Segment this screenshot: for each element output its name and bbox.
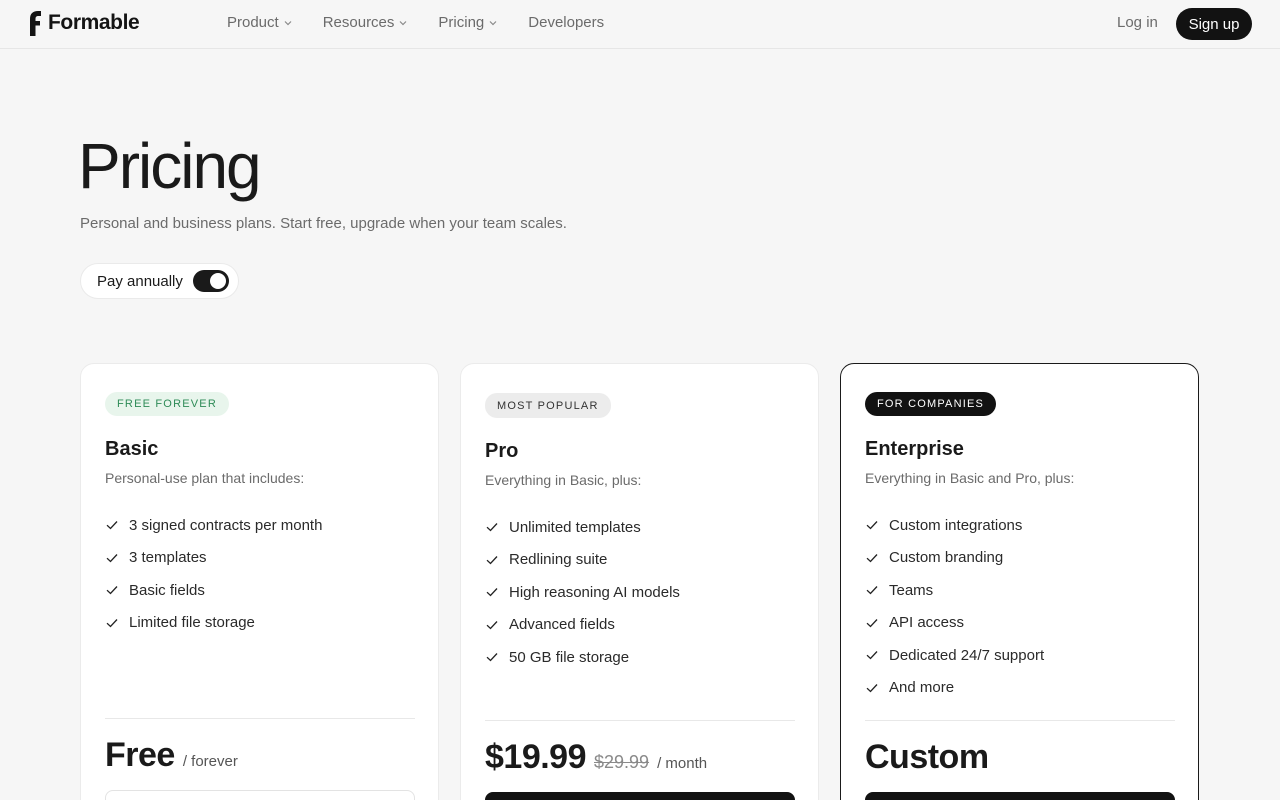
plan-name: Basic (105, 438, 159, 460)
feature-item: Custom branding (865, 542, 1044, 575)
billing-toggle[interactable]: Pay annually (80, 263, 239, 299)
feature-item: API access (865, 607, 1044, 640)
feature-list: Unlimited templates Redlining suite High… (485, 511, 680, 674)
chevron-down-icon (489, 20, 497, 25)
nav-item-label: Developers (528, 14, 605, 31)
check-icon (486, 620, 498, 630)
feature-label: API access (889, 614, 965, 632)
feature-item: Advanced fields (485, 609, 680, 642)
toggle-knob (209, 273, 226, 289)
price-amount: $19.99 (485, 738, 587, 776)
billing-toggle-label: Pay annually (97, 272, 183, 290)
feature-label: 3 templates (129, 549, 207, 567)
feature-label: Advanced fields (509, 616, 615, 634)
feature-item: High reasoning AI models (485, 576, 680, 609)
nav-item-label: Pricing (438, 14, 485, 31)
nav-item-developers[interactable]: Developers (528, 14, 604, 31)
formable-logo-icon (30, 11, 41, 36)
plan-badge: MOST POPULAR (485, 393, 611, 418)
feature-label: Limited file storage (129, 614, 255, 632)
nav-item-pricing[interactable]: Pricing (438, 14, 498, 31)
plan-badge: FREE FOREVER (105, 392, 229, 416)
price-row: Free / forever (105, 736, 238, 775)
check-icon (486, 588, 498, 597)
price-row: $19.99 $29.99 / month (485, 738, 707, 777)
feature-label: Basic fields (129, 581, 205, 599)
check-icon (486, 523, 498, 532)
brand-name: Formable (48, 11, 140, 34)
price-unit: / month (657, 755, 708, 772)
toggle-switch[interactable] (192, 270, 229, 292)
check-icon (486, 555, 498, 565)
price-original: $29.99 (594, 752, 650, 772)
price-row: Custom (865, 738, 989, 777)
feature-item: Dedicated 24/7 support (865, 639, 1044, 672)
nav-item-resources[interactable]: Resources (323, 14, 409, 31)
feature-label: Teams (889, 581, 934, 599)
plan-name: Enterprise (865, 438, 964, 460)
check-icon (106, 586, 118, 595)
feature-item: Basic fields (105, 574, 322, 607)
plan-name: Pro (485, 440, 519, 462)
check-icon (106, 553, 118, 563)
feature-item: 3 signed contracts per month (105, 509, 322, 542)
price-amount: Custom (865, 738, 989, 776)
feature-label: 3 signed contracts per month (129, 516, 323, 534)
feature-item: And more (865, 672, 1044, 705)
feature-item: Teams (865, 574, 1044, 607)
feature-label: Custom branding (889, 549, 1004, 567)
login-link[interactable]: Log in (1117, 14, 1158, 31)
price-amount: Free (105, 736, 175, 774)
top-navigation: Formable Product Resources Pricing Devel… (0, 0, 1280, 49)
check-icon (866, 553, 878, 563)
signup-button[interactable]: Sign up (1176, 8, 1252, 40)
plan-card-pro: MOST POPULAR Pro Everything in Basic, pl… (460, 363, 819, 800)
contact-sales-button[interactable] (865, 792, 1175, 800)
select-basic-button[interactable] (105, 790, 415, 800)
select-pro-button[interactable] (485, 792, 795, 800)
price-unit: / forever (182, 753, 238, 770)
feature-label: Redlining suite (509, 551, 608, 569)
chevron-down-icon (284, 20, 292, 25)
feature-label: Unlimited templates (509, 518, 641, 536)
plan-description: Everything in Basic, plus: (485, 472, 642, 488)
nav-item-label: Resources (322, 14, 395, 31)
check-icon (866, 651, 878, 660)
page-title: Pricing (78, 130, 262, 202)
card-divider (865, 720, 1175, 721)
check-icon (866, 683, 878, 693)
chevron-down-icon (399, 20, 407, 25)
nav-item-label: Product (227, 14, 279, 31)
check-icon (866, 618, 878, 628)
feature-item: Custom integrations (865, 509, 1044, 542)
feature-item: Unlimited templates (485, 511, 680, 544)
feature-label: Custom integrations (889, 516, 1023, 534)
card-divider (105, 718, 415, 719)
plan-description: Personal-use plan that includes: (105, 470, 305, 486)
page-subtitle: Personal and business plans. Start free,… (80, 215, 567, 232)
check-icon (106, 618, 118, 628)
feature-item: Limited file storage (105, 607, 322, 640)
feature-item: 3 templates (105, 542, 322, 575)
plan-badge: FOR COMPANIES (865, 392, 997, 416)
feature-item: 50 GB file storage (485, 641, 680, 674)
plan-card-basic: FREE FOREVER Basic Personal-use plan tha… (80, 363, 439, 800)
plan-card-enterprise: FOR COMPANIES Enterprise Everything in B… (840, 363, 1199, 800)
check-icon (106, 521, 118, 530)
card-divider (485, 720, 795, 721)
check-icon (866, 586, 878, 595)
feature-list: Custom integrations Custom branding Team… (865, 509, 1044, 704)
feature-label: And more (889, 679, 955, 697)
feature-item: Redlining suite (485, 544, 680, 577)
feature-label: Dedicated 24/7 support (889, 646, 1045, 664)
check-icon (866, 521, 878, 530)
plan-description: Everything in Basic and Pro, plus: (865, 470, 1075, 486)
feature-label: High reasoning AI models (509, 583, 680, 601)
check-icon (486, 653, 498, 662)
feature-list: 3 signed contracts per month 3 templates… (105, 509, 322, 639)
main-nav: Product Resources Pricing Developers (227, 14, 604, 31)
feature-label: 50 GB file storage (509, 648, 630, 666)
brand-logo[interactable]: Formable (28, 10, 140, 36)
nav-item-product[interactable]: Product (227, 14, 293, 31)
